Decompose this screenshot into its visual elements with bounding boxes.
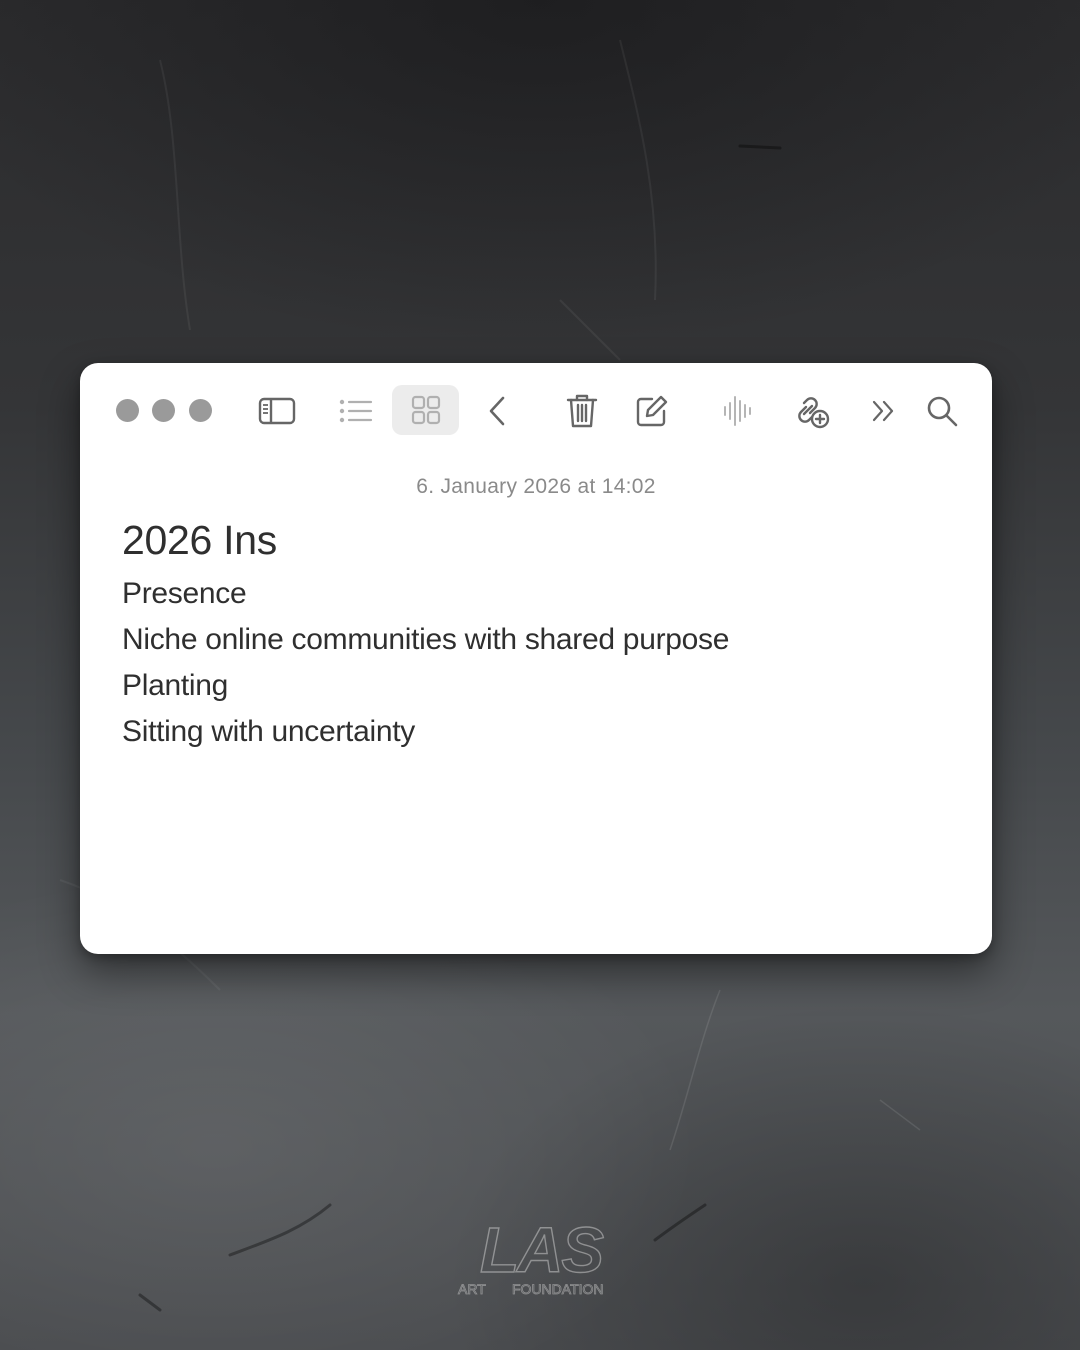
toggle-sidebar-button[interactable]: [253, 387, 301, 435]
audio-waveform-icon: [724, 396, 751, 426]
search-icon: [927, 396, 958, 427]
search-button[interactable]: [918, 387, 966, 435]
toolbar: [80, 363, 992, 458]
list-view-button[interactable]: [332, 387, 380, 435]
zoom-window-button[interactable]: [189, 399, 212, 422]
note-line: Sitting with uncertainty: [122, 715, 415, 748]
note-line: Niche online communities with shared pur…: [122, 623, 730, 656]
back-button[interactable]: [474, 387, 522, 435]
note-line: Presence: [122, 577, 247, 610]
chevrons-right-icon: [872, 400, 894, 422]
close-window-button[interactable]: [116, 399, 139, 422]
more-button[interactable]: [860, 387, 908, 435]
new-note-button[interactable]: [628, 387, 676, 435]
compose-icon: [636, 395, 668, 427]
chevron-left-icon: [489, 396, 505, 426]
list-view-icon: [339, 399, 373, 423]
note-date: 6. January 2026 at 14:02: [416, 475, 656, 498]
delete-note-button[interactable]: [558, 387, 606, 435]
notes-window: 6. January 2026 at 14:02 2026 Ins Presen…: [80, 363, 992, 954]
note-line: Planting: [122, 669, 229, 702]
note-title: 2026 Ins: [122, 517, 277, 563]
logo-main-text: LAS: [480, 1218, 604, 1286]
note-editor[interactable]: 2026 Ins Presence Niche online communiti…: [122, 513, 962, 755]
gallery-view-icon: [411, 395, 440, 425]
logo-sub-left: ART: [458, 1281, 486, 1297]
las-art-foundation-logo: LAS ART FOUNDATION: [458, 1218, 607, 1297]
trash-icon: [566, 394, 598, 428]
gallery-view-button[interactable]: [392, 385, 459, 435]
minimize-window-button[interactable]: [152, 399, 175, 422]
logo-sub-right: FOUNDATION: [512, 1281, 604, 1297]
sidebar-icon: [258, 397, 296, 425]
audio-button[interactable]: [714, 387, 762, 435]
link-add-icon: [798, 397, 830, 429]
add-link-button[interactable]: [787, 387, 835, 435]
